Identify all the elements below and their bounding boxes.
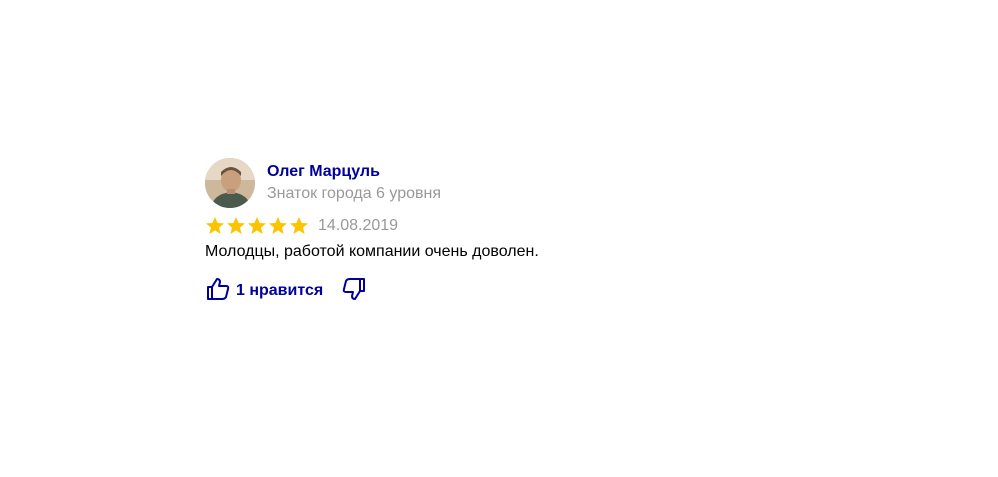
- thumbs-up-icon: [205, 276, 231, 307]
- like-button[interactable]: 1 нравится: [205, 276, 323, 307]
- review-header: Олег Марцуль Знаток города 6 уровня: [205, 157, 625, 209]
- avatar[interactable]: [205, 158, 255, 208]
- star-icon: [227, 217, 245, 234]
- dislike-button[interactable]: [341, 276, 367, 307]
- thumbs-down-icon: [341, 276, 367, 307]
- review-date: 14.08.2019: [318, 217, 399, 234]
- reactions: 1 нравится: [205, 276, 625, 306]
- rating-row: 14.08.2019: [205, 214, 625, 238]
- author-name[interactable]: Олег Марцуль: [267, 162, 441, 182]
- star-icon: [269, 217, 287, 234]
- author-level: Знаток города 6 уровня: [267, 185, 442, 202]
- star-icon: [290, 217, 308, 234]
- star-icon: [206, 217, 224, 234]
- author-info: Олег Марцуль Знаток города 6 уровня: [267, 162, 441, 204]
- like-count-label: 1 нравится: [236, 282, 324, 299]
- review-card: Олег Марцуль Знаток города 6 уровня 14.0…: [205, 157, 625, 306]
- review-text: Молодцы, работой компании очень доволен.: [205, 243, 539, 260]
- star-icon: [248, 217, 266, 234]
- star-rating: [205, 216, 310, 236]
